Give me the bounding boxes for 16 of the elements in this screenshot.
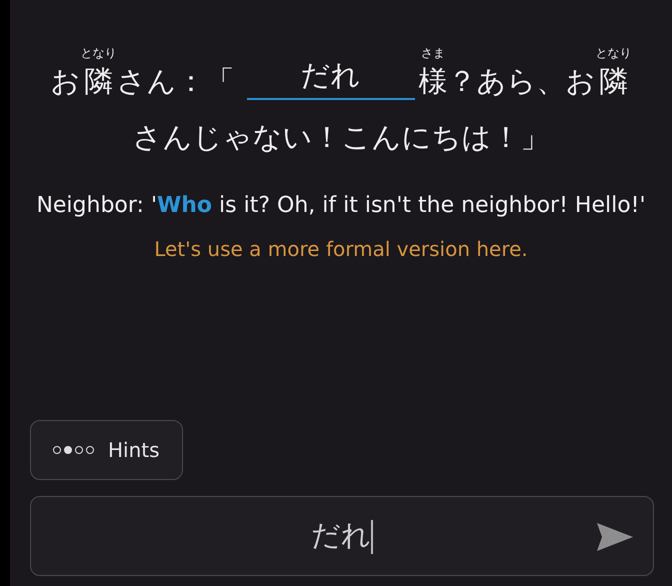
send-icon[interactable]: [597, 523, 633, 551]
sentence-text: 隣: [599, 63, 628, 100]
answer-field[interactable]: だれ: [30, 496, 654, 576]
furigana: となり: [596, 46, 632, 60]
translation-text: Neighbor: 'Who is it? Oh, if it isn't the neighbor! Hello!': [36, 192, 646, 220]
hints-button[interactable]: Hints: [30, 420, 183, 480]
sentence-text: 隣: [84, 63, 113, 100]
sentence-text: 様: [418, 63, 448, 100]
feedback-text: Let's use a more formal version here.: [153, 237, 529, 261]
furigana: さま: [421, 46, 445, 60]
sentence-text: ？あら、お: [448, 63, 596, 100]
sentence-text: さん：「: [116, 63, 234, 100]
sentence-text: お: [50, 63, 80, 100]
sentence-text: さんじゃない！こんにちは！」: [132, 119, 550, 156]
answer-blank: だれ: [246, 56, 414, 100]
furigana: となり: [80, 46, 116, 60]
